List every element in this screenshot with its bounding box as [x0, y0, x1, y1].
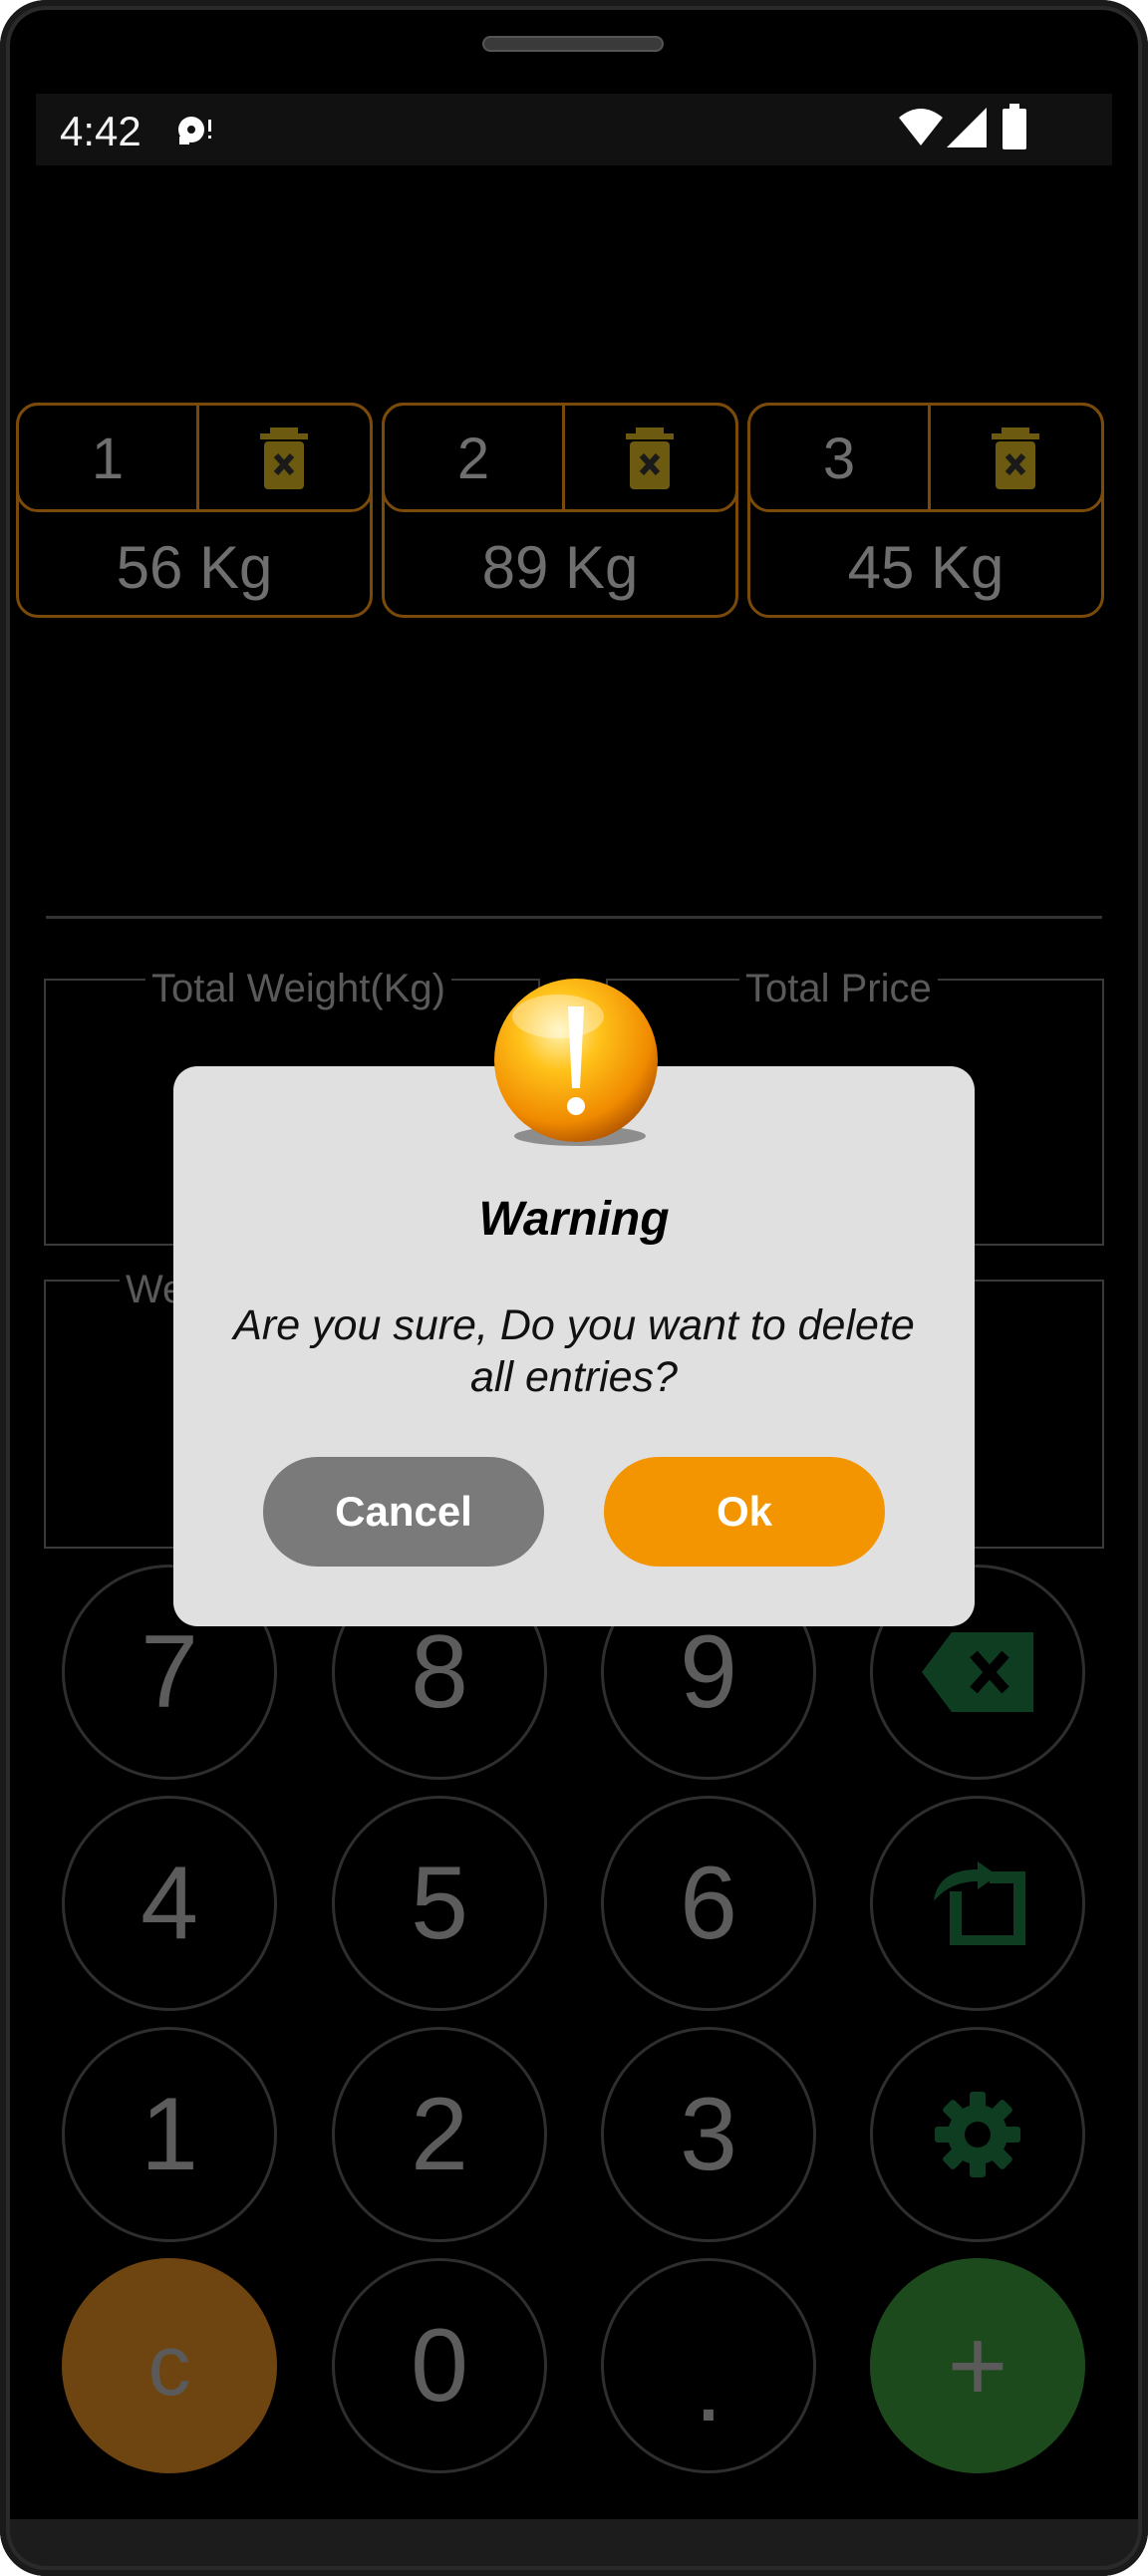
key-3[interactable]: 3 — [601, 2027, 816, 2242]
entry-index: 2 — [456, 427, 490, 491]
export-key[interactable] — [870, 1796, 1085, 2011]
entry-weight: 45 Kg — [847, 534, 1004, 601]
media-notification-icon — [178, 117, 211, 144]
total-price-label: Total Price — [739, 967, 938, 1011]
entry-card: 2 89 Kg — [382, 403, 738, 618]
card-divider — [928, 406, 931, 509]
backspace-icon — [922, 1632, 1033, 1712]
entry-index: 3 — [822, 427, 856, 491]
battery-icon — [1003, 104, 1026, 149]
delete-entry-icon[interactable] — [580, 426, 719, 491]
add-entry-key[interactable]: + — [870, 2258, 1085, 2473]
bottom-bezel — [0, 2519, 1148, 2576]
earpiece-speaker — [482, 36, 664, 52]
cancel-button[interactable]: Cancel — [263, 1457, 544, 1567]
key-1[interactable]: 1 — [62, 2027, 277, 2242]
clear-key[interactable]: c — [62, 2258, 277, 2473]
warning-icon — [494, 979, 658, 1146]
app-screen: 4:42 1 56 Kg 2 89 Kg 3 45 Kg Total Weigh… — [0, 0, 1148, 2576]
settings-key[interactable] — [870, 2027, 1085, 2242]
card-divider — [562, 406, 565, 509]
key-4[interactable]: 4 — [62, 1796, 277, 2011]
status-time: 4:42 — [60, 108, 142, 154]
dialog-title: Warning — [478, 1193, 670, 1246]
signal-icon — [947, 108, 987, 147]
dialog-message: Are you sure, Do you want to delete all … — [233, 1301, 915, 1401]
delete-entry-icon[interactable] — [214, 426, 354, 491]
entry-card: 3 45 Kg — [747, 403, 1104, 618]
settings-icon — [935, 2092, 1020, 2177]
export-icon — [934, 1861, 1025, 1945]
status-bar: 4:42 — [36, 94, 1112, 165]
key-5[interactable]: 5 — [332, 1796, 547, 2011]
entry-card: 1 56 Kg — [16, 403, 373, 618]
entry-weight: 89 Kg — [481, 534, 639, 601]
key-0[interactable]: 0 — [332, 2258, 547, 2473]
entry-weight: 56 Kg — [116, 534, 273, 601]
delete-entry-icon[interactable] — [946, 426, 1085, 491]
divider-line — [46, 916, 1102, 919]
key-2[interactable]: 2 — [332, 2027, 547, 2242]
total-weight-label: Total Weight(Kg) — [145, 967, 451, 1011]
wifi-icon — [899, 109, 943, 145]
card-divider — [196, 406, 199, 509]
key-6[interactable]: 6 — [601, 1796, 816, 2011]
key-decimal[interactable]: . — [601, 2258, 816, 2473]
entry-index: 1 — [91, 427, 125, 491]
ok-button[interactable]: Ok — [604, 1457, 885, 1567]
